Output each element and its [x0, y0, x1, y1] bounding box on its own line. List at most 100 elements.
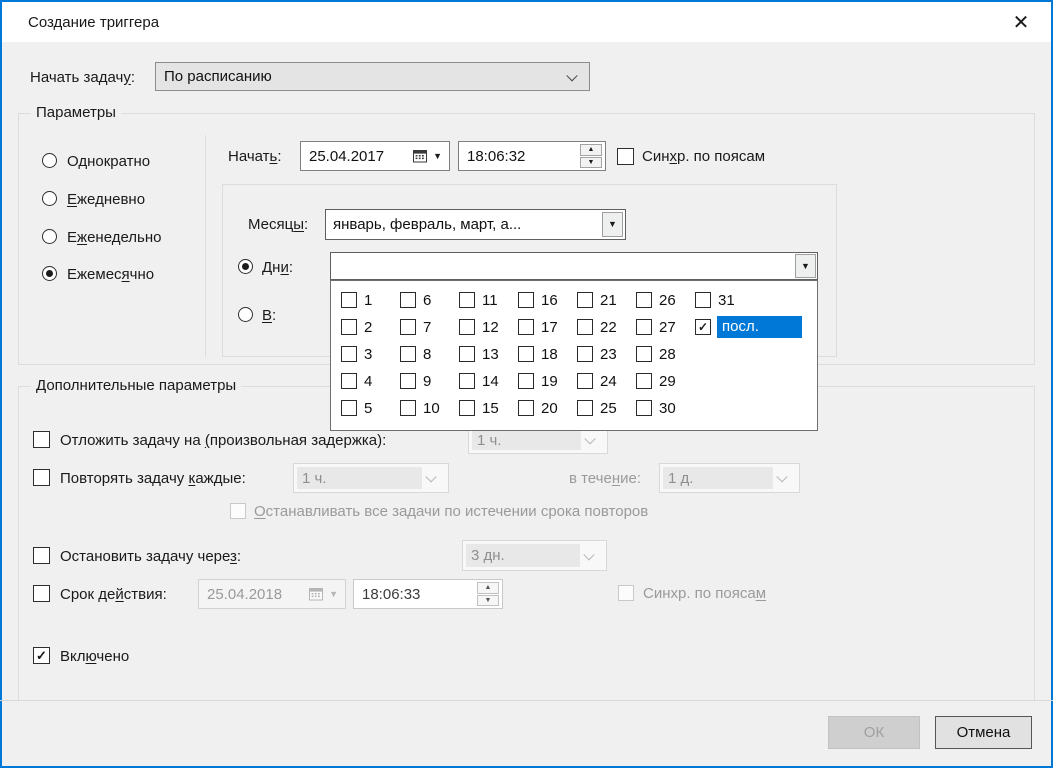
day-checkbox[interactable] [636, 346, 652, 362]
day-checkbox[interactable] [400, 346, 416, 362]
day-option-28[interactable]: 28 [636, 343, 676, 365]
radio-daily[interactable] [42, 191, 57, 206]
enabled-checkbox[interactable]: ✓ [33, 647, 50, 664]
cancel-button[interactable]: Отмена [935, 716, 1032, 749]
day-checkbox[interactable] [636, 292, 652, 308]
radio-monthly[interactable] [42, 266, 57, 281]
days-radio-label[interactable]: Дни: [262, 256, 293, 278]
day-checkbox[interactable] [636, 400, 652, 416]
day-option-16[interactable]: 16 [518, 289, 558, 311]
stop-after-label[interactable]: Остановить задачу через: [60, 545, 241, 567]
day-checkbox[interactable] [518, 400, 534, 416]
sync-timezone-checkbox[interactable] [617, 148, 634, 165]
day-checkbox[interactable] [518, 346, 534, 362]
day-checkbox[interactable] [636, 319, 652, 335]
on-radio[interactable] [238, 307, 253, 322]
delay-label[interactable]: Отложить задачу на (произвольная задержк… [60, 429, 386, 451]
months-select[interactable]: январь, февраль, март, а... ▼ [325, 209, 626, 240]
sync-timezone-label[interactable]: Синхр. по поясам [642, 145, 765, 167]
day-checkbox[interactable] [459, 292, 475, 308]
radio-once[interactable] [42, 153, 57, 168]
day-checkbox[interactable] [695, 292, 711, 308]
day-option-7[interactable]: 7 [400, 316, 431, 338]
spin-up-button[interactable]: ▲ [580, 144, 602, 156]
day-checkbox[interactable] [577, 400, 593, 416]
day-option-20[interactable]: 20 [518, 397, 558, 419]
day-checkbox[interactable] [518, 373, 534, 389]
day-checkbox[interactable] [400, 292, 416, 308]
repeat-checkbox[interactable] [33, 469, 50, 486]
radio-daily-label[interactable]: Ежедневно [67, 188, 145, 210]
day-option-25[interactable]: 25 [577, 397, 617, 419]
day-checkbox[interactable] [577, 319, 593, 335]
day-option-15[interactable]: 15 [459, 397, 499, 419]
day-option-4[interactable]: 4 [341, 370, 372, 392]
day-checkbox[interactable] [577, 373, 593, 389]
day-option-3[interactable]: 3 [341, 343, 372, 365]
day-option-8[interactable]: 8 [400, 343, 431, 365]
day-checkbox[interactable] [577, 292, 593, 308]
day-checkbox[interactable] [400, 373, 416, 389]
start-time-spinner[interactable]: 18:06:32 ▲ ▼ [458, 141, 606, 171]
months-dropdown-button[interactable]: ▼ [602, 212, 623, 237]
days-radio[interactable] [238, 259, 253, 274]
radio-weekly[interactable] [42, 229, 57, 244]
day-option-14[interactable]: 14 [459, 370, 499, 392]
day-option-18[interactable]: 18 [518, 343, 558, 365]
day-checkbox[interactable] [341, 319, 357, 335]
day-checkbox[interactable] [341, 373, 357, 389]
day-option-30[interactable]: 30 [636, 397, 676, 419]
day-checkbox[interactable] [459, 319, 475, 335]
delay-checkbox[interactable] [33, 431, 50, 448]
day-checkbox[interactable] [459, 400, 475, 416]
day-option-10[interactable]: 10 [400, 397, 440, 419]
repeat-label[interactable]: Повторять задачу каждые: [60, 467, 246, 489]
day-checkbox[interactable] [518, 319, 534, 335]
day-option-2[interactable]: 2 [341, 316, 372, 338]
expire-label[interactable]: Срок действия: [60, 583, 167, 605]
day-checkbox[interactable] [400, 319, 416, 335]
start-date-picker[interactable]: 25.04.2017 ▼ [300, 141, 450, 171]
day-option-1[interactable]: 1 [341, 289, 372, 311]
radio-once-label[interactable]: Однократно [67, 150, 150, 172]
day-option-22[interactable]: 22 [577, 316, 617, 338]
day-option-27[interactable]: 27 [636, 316, 676, 338]
day-option-13[interactable]: 13 [459, 343, 499, 365]
day-checkbox[interactable] [400, 400, 416, 416]
radio-monthly-label[interactable]: Ежемесячно [67, 263, 154, 285]
day-option-17[interactable]: 17 [518, 316, 558, 338]
dropdown-arrow-icon[interactable]: ▼ [433, 152, 442, 161]
radio-weekly-label[interactable]: Еженедельно [67, 226, 162, 248]
stop-after-checkbox[interactable] [33, 547, 50, 564]
day-option-26[interactable]: 26 [636, 289, 676, 311]
days-dropdown-button[interactable]: ▼ [795, 254, 816, 278]
begin-task-select[interactable]: По расписанию [155, 62, 590, 91]
day-option-21[interactable]: 21 [577, 289, 617, 311]
day-option-6[interactable]: 6 [400, 289, 431, 311]
day-option-посл.[interactable]: ✓посл. [695, 316, 802, 338]
day-option-29[interactable]: 29 [636, 370, 676, 392]
spin-down-button[interactable]: ▼ [580, 157, 602, 169]
on-radio-label[interactable]: В: [262, 304, 276, 326]
day-option-24[interactable]: 24 [577, 370, 617, 392]
day-checkbox[interactable] [341, 292, 357, 308]
day-checkbox[interactable] [341, 346, 357, 362]
day-checkbox[interactable] [518, 292, 534, 308]
enabled-label[interactable]: Включено [60, 645, 129, 667]
day-option-11[interactable]: 11 [459, 289, 498, 311]
day-checkbox[interactable] [577, 346, 593, 362]
days-select[interactable]: ▼ [330, 252, 818, 280]
day-option-23[interactable]: 23 [577, 343, 617, 365]
day-option-19[interactable]: 19 [518, 370, 558, 392]
day-checkbox[interactable]: ✓ [695, 319, 711, 335]
day-checkbox[interactable] [341, 400, 357, 416]
day-option-31[interactable]: 31 [695, 289, 735, 311]
day-checkbox[interactable] [459, 346, 475, 362]
expire-checkbox[interactable] [33, 585, 50, 602]
day-option-9[interactable]: 9 [400, 370, 431, 392]
day-checkbox[interactable] [459, 373, 475, 389]
day-option-12[interactable]: 12 [459, 316, 499, 338]
day-option-5[interactable]: 5 [341, 397, 372, 419]
close-button[interactable]: ✕ [1003, 6, 1039, 38]
day-checkbox[interactable] [636, 373, 652, 389]
